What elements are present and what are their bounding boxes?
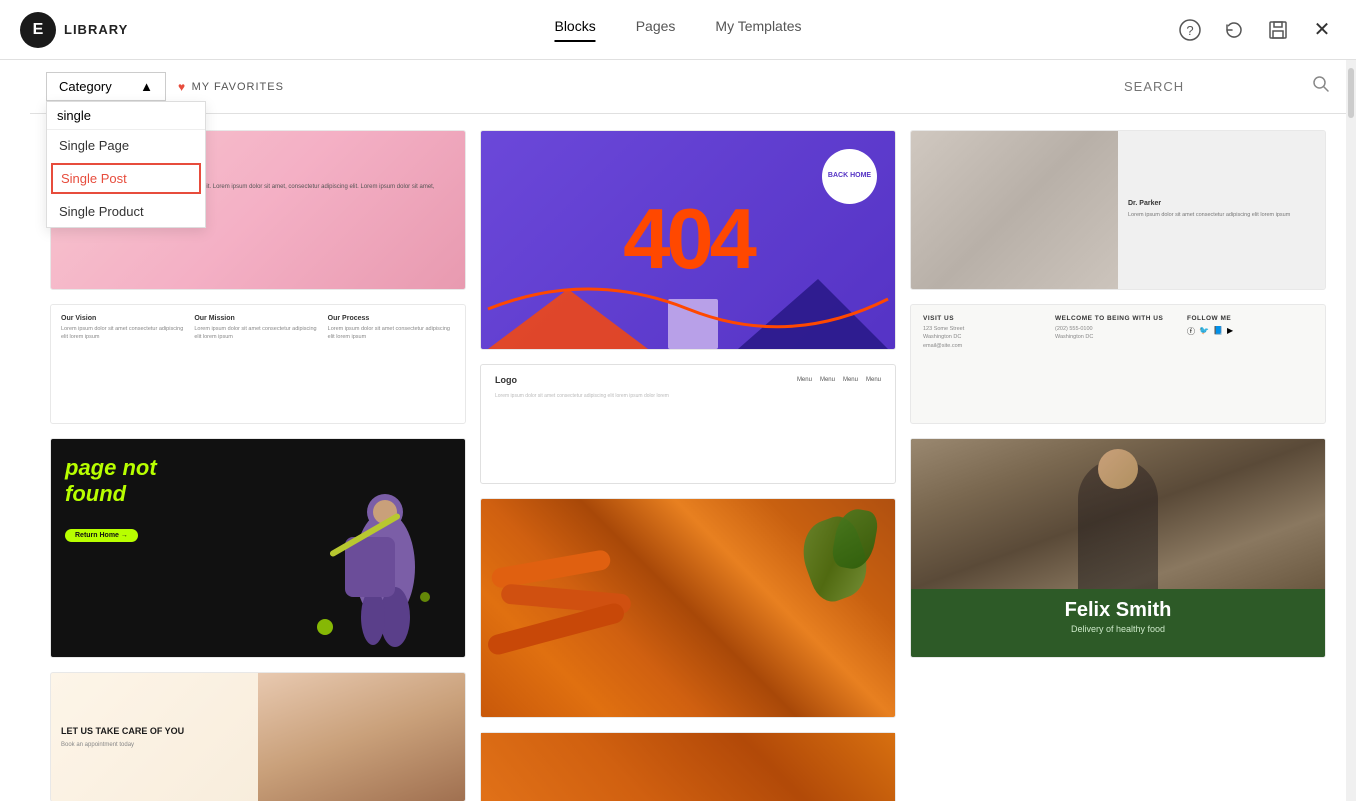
template-card-care[interactable]: LET US TAKE CARE OF YOU Book an appointm…	[50, 672, 466, 801]
col-vision: Our Vision Lorem ipsum dolor sit amet co…	[61, 315, 188, 413]
logo-text: LIBRARY	[64, 22, 128, 37]
dropdown-search-input[interactable]	[47, 102, 205, 130]
tab-pages[interactable]: Pages	[636, 18, 676, 42]
column-2: 404 BACK HOME	[480, 130, 896, 801]
medical-image	[911, 131, 1118, 289]
favorites-button[interactable]: ♥ MY FAVORITES	[178, 80, 284, 94]
dropdown-item-single-page[interactable]: Single Page	[47, 130, 205, 161]
dropdown-item-single-product[interactable]: Single Product	[47, 196, 205, 227]
footer-col-1: VISIT US 123 Some StreetWashington DCema…	[923, 315, 1049, 413]
template-card-notfound-dark[interactable]: page notfound Return Home →	[50, 438, 466, 658]
logo-icon: E	[20, 12, 56, 48]
template-card-food-orange[interactable]	[480, 498, 896, 718]
category-dropdown[interactable]: Category ▲ Single Page Single Post Singl…	[46, 72, 166, 101]
templates-grid-area: g Lorem ipsum dolor sit amet, consectetu…	[30, 114, 1346, 801]
col-mission: Our Mission Lorem ipsum dolor sit amet c…	[194, 315, 321, 413]
chevron-up-icon: ▲	[140, 79, 153, 94]
care-text: LET US TAKE CARE OF YOU Book an appointm…	[51, 673, 258, 801]
nav-links: Menu Menu Menu Menu	[797, 377, 881, 383]
search-icon[interactable]	[1312, 75, 1330, 98]
header: E LIBRARY Blocks Pages My Templates ?	[0, 0, 1356, 60]
notfound-title: page notfound	[65, 455, 157, 508]
app-container: E LIBRARY Blocks Pages My Templates ?	[0, 0, 1356, 801]
templates-grid: g Lorem ipsum dolor sit amet, consectetu…	[50, 130, 1326, 801]
notfound-illustration	[265, 477, 465, 657]
tab-my-templates[interactable]: My Templates	[715, 18, 801, 42]
category-button[interactable]: Category ▲	[46, 72, 166, 101]
medical-text: Dr. Parker Lorem ipsum dolor sit amet co…	[1118, 131, 1325, 289]
close-icon[interactable]: ✕	[1308, 16, 1336, 44]
template-card-food-avatar[interactable]	[480, 732, 896, 801]
template-card-medical[interactable]: Dr. Parker Lorem ipsum dolor sit amet co…	[910, 130, 1326, 290]
scrollbar[interactable]	[1346, 60, 1356, 801]
header-icons: ? ✕	[1176, 16, 1336, 44]
svg-text:?: ?	[1186, 23, 1193, 38]
template-card-three-col[interactable]: Our Vision Lorem ipsum dolor sit amet co…	[50, 304, 466, 424]
dropdown-item-single-post[interactable]: Single Post	[51, 163, 201, 194]
filter-bar: Category ▲ Single Page Single Post Singl…	[30, 60, 1346, 114]
search-input[interactable]	[1124, 79, 1304, 94]
footer-col-2: WELCOME TO BEING WITH US (202) 555-0100W…	[1055, 315, 1181, 413]
nav-tabs: Blocks Pages My Templates	[554, 18, 801, 42]
column-1: g Lorem ipsum dolor sit amet, consectetu…	[50, 130, 466, 801]
dropdown-menu: Single Page Single Post Single Product	[46, 101, 206, 228]
back-home-badge: BACK HOME	[822, 149, 877, 204]
save-icon[interactable]	[1264, 16, 1292, 44]
column-3: Dr. Parker Lorem ipsum dolor sit amet co…	[910, 130, 1326, 801]
search-area	[1124, 75, 1330, 98]
template-card-felix[interactable]: Felix Smith Delivery of healthy food	[910, 438, 1326, 658]
template-card-404[interactable]: 404 BACK HOME	[480, 130, 896, 350]
food-avatar-bg	[481, 733, 895, 801]
help-icon[interactable]: ?	[1176, 16, 1204, 44]
care-image	[258, 673, 465, 801]
404-text: 404	[623, 191, 753, 289]
col-process: Our Process Lorem ipsum dolor sit amet c…	[328, 315, 455, 413]
scrollbar-thumb[interactable]	[1348, 68, 1354, 118]
tab-blocks[interactable]: Blocks	[554, 18, 595, 42]
nav-top: Logo Menu Menu Menu Menu	[495, 375, 881, 385]
footer-col-3: FOLLOW ME ⓕ 🐦 📘 ▶	[1187, 315, 1313, 413]
felix-info: Felix Smith Delivery of healthy food	[911, 589, 1325, 644]
food-image	[481, 499, 895, 717]
template-card-header-nav[interactable]: Logo Menu Menu Menu Menu Lorem ipsum dol…	[480, 364, 896, 484]
heart-icon: ♥	[178, 80, 186, 94]
template-card-footer[interactable]: VISIT US 123 Some StreetWashington DCema…	[910, 304, 1326, 424]
refresh-icon[interactable]	[1220, 16, 1248, 44]
felix-photo	[911, 439, 1325, 589]
nav-subtext: Lorem ipsum dolor sit amet consectetur a…	[495, 393, 881, 401]
return-home-btn: Return Home →	[65, 529, 138, 542]
logo-area: E LIBRARY	[20, 12, 140, 48]
